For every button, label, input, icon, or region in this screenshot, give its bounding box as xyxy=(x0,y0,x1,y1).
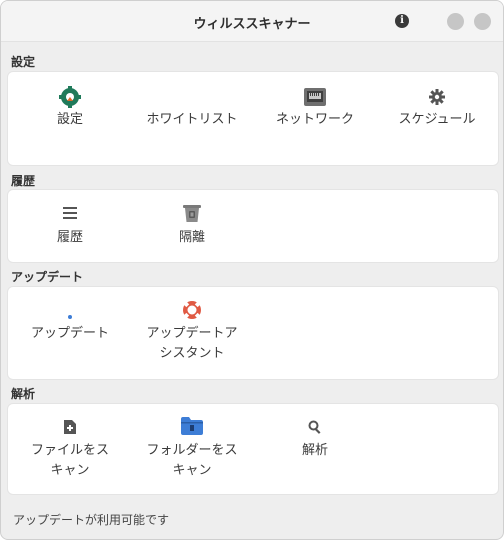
schedule-item-label: スケジュール xyxy=(398,112,476,127)
scan-file-label-line1: ファイルをス xyxy=(30,443,109,458)
app-window: ウィルススキャナー i 設定 設定 ホワイトリスト ネットワーク スケジュール … xyxy=(0,0,504,540)
assistant-item-label-line1: アップデートア xyxy=(146,326,238,341)
update-card: アップデート アップデートア シスタント xyxy=(7,286,499,380)
magnifier-icon xyxy=(308,420,321,434)
analysis-item-scan-file[interactable]: ファイルをス キャン xyxy=(8,404,132,492)
scan-file-label-line2: キャン xyxy=(50,463,90,478)
list-icon xyxy=(63,207,77,219)
window-title: ウィルススキャナー xyxy=(193,17,311,32)
section-title-analysis: 解析 xyxy=(11,387,36,401)
section-title-history: 履歴 xyxy=(11,174,36,188)
quarantine-item-label: 隔離 xyxy=(178,230,205,245)
section-title-update: アップデート xyxy=(11,270,84,284)
settings-item-label: 設定 xyxy=(56,112,83,127)
analysis-card: ファイルをス キャン フォルダーをス キャン 解析 xyxy=(7,403,499,495)
close-button[interactable] xyxy=(474,13,491,30)
cog-icon xyxy=(429,89,445,105)
update-item-assistant[interactable]: アップデートア シスタント xyxy=(130,287,254,375)
history-item-label: 履歴 xyxy=(56,230,83,245)
network-port-icon xyxy=(304,88,326,106)
lifebuoy-icon xyxy=(183,301,201,319)
settings-card: 設定 ホワイトリスト ネットワーク スケジュール xyxy=(7,71,499,166)
file-add-icon xyxy=(64,420,76,434)
folder-icon xyxy=(181,417,203,435)
analysis-item-scan-folder[interactable]: フォルダーをス キャン xyxy=(130,404,254,492)
minimize-button[interactable] xyxy=(447,13,464,30)
whitelist-item-label: ホワイトリスト xyxy=(146,112,238,127)
settings-item-whitelist[interactable]: ホワイトリスト xyxy=(130,72,254,162)
assistant-item-label-line2: シスタント xyxy=(159,346,225,361)
section-title-settings: 設定 xyxy=(11,55,36,69)
trash-quarantine-icon xyxy=(183,205,201,222)
update-item-update[interactable]: アップデート xyxy=(8,287,132,375)
settings-item-settings[interactable]: 設定 xyxy=(8,72,132,162)
scan-folder-label-line2: キャン xyxy=(172,463,212,478)
settings-item-schedule[interactable]: スケジュール xyxy=(375,72,499,162)
info-icon[interactable]: i xyxy=(395,14,409,28)
status-text: アップデートが利用可能です xyxy=(13,513,170,527)
settings-item-network[interactable]: ネットワーク xyxy=(253,72,377,162)
update-item-label: アップデート xyxy=(30,326,109,341)
update-dot-icon xyxy=(68,315,72,319)
gear-settings-icon xyxy=(59,86,81,108)
history-item-history[interactable]: 履歴 xyxy=(8,190,132,260)
history-card: 履歴 隔離 xyxy=(7,189,499,263)
analysis-item-analyze[interactable]: 解析 xyxy=(253,404,377,492)
network-item-label: ネットワーク xyxy=(275,112,354,127)
scan-folder-label-line1: フォルダーをス xyxy=(146,443,238,458)
analyze-item-label: 解析 xyxy=(301,443,328,458)
history-item-quarantine[interactable]: 隔離 xyxy=(130,190,254,260)
title-bar: ウィルススキャナー i xyxy=(1,1,503,42)
